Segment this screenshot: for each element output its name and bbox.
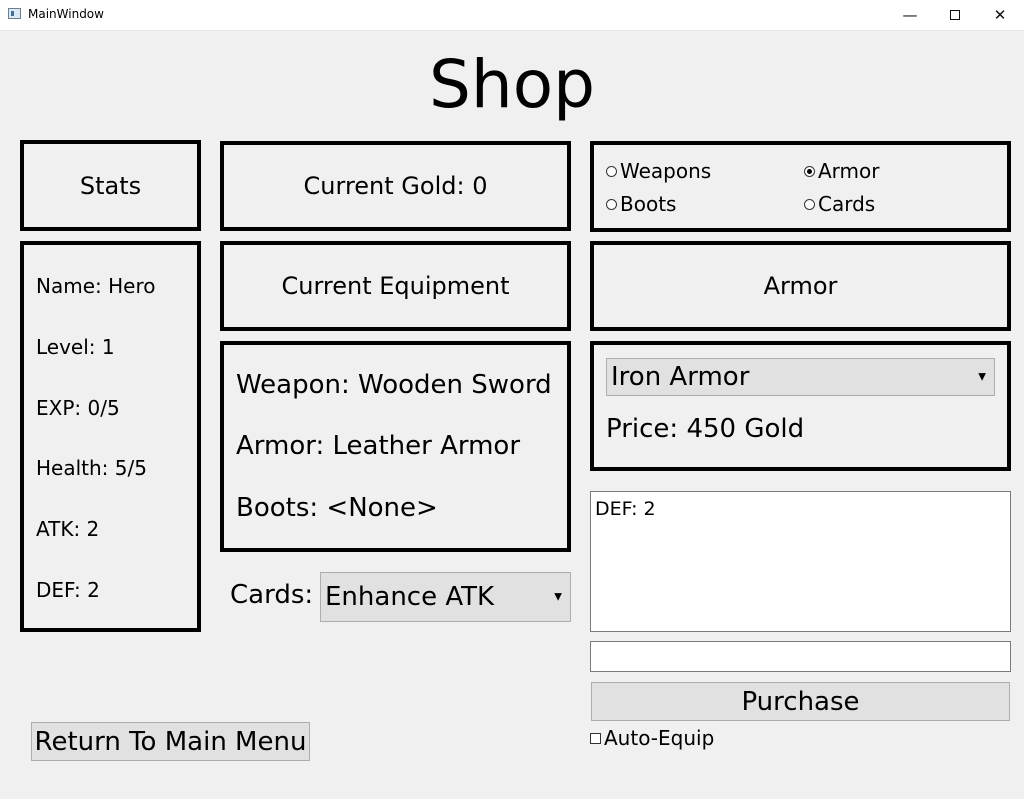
cards-selected: Enhance ATK bbox=[325, 582, 495, 612]
auto-equip-label: Auto-Equip bbox=[604, 726, 715, 750]
purchase-button[interactable]: Purchase bbox=[591, 682, 1010, 721]
chevron-down-icon: ▼ bbox=[554, 591, 562, 603]
equipment-header-panel: Current Equipment bbox=[220, 241, 571, 331]
radio-indicator[interactable] bbox=[606, 165, 617, 177]
section-title: Armor bbox=[763, 272, 838, 300]
maximize-button[interactable] bbox=[932, 0, 978, 30]
purchase-label: Purchase bbox=[741, 686, 860, 717]
equipment-boots: Boots: <None> bbox=[236, 493, 438, 523]
item-selected: Iron Armor bbox=[611, 362, 750, 392]
equipment-weapon: Weapon: Wooden Sword bbox=[236, 370, 552, 400]
item-dropdown[interactable]: Iron Armor ▼ bbox=[606, 358, 995, 396]
page-title: Shop bbox=[429, 46, 595, 123]
stats-header-panel: Stats bbox=[20, 140, 201, 231]
radio-armor-label: Armor bbox=[818, 159, 880, 183]
auto-equip-checkbox[interactable]: Auto-Equip bbox=[590, 726, 714, 750]
radio-boots-label: Boots bbox=[620, 192, 677, 216]
gold-panel: Current Gold: 0 bbox=[220, 141, 571, 231]
stat-health: Health: 5/5 bbox=[36, 456, 147, 480]
stat-atk: ATK: 2 bbox=[36, 517, 100, 541]
radio-indicator[interactable] bbox=[804, 165, 815, 177]
window-titlebar: MainWindow — ✕ bbox=[0, 0, 1024, 31]
radio-indicator[interactable] bbox=[804, 198, 815, 210]
stat-name: Name: Hero bbox=[36, 274, 156, 298]
radio-armor[interactable]: Armor bbox=[804, 159, 880, 183]
radio-indicator[interactable] bbox=[606, 198, 617, 210]
item-details: DEF: 2 bbox=[595, 498, 656, 520]
equipment-armor: Armor: Leather Armor bbox=[236, 431, 521, 461]
close-button[interactable]: ✕ bbox=[977, 0, 1023, 30]
current-gold: Current Gold: 0 bbox=[303, 172, 488, 200]
maximize-icon bbox=[950, 10, 960, 20]
window-title: MainWindow bbox=[28, 7, 104, 21]
return-main-menu-button[interactable]: Return To Main Menu bbox=[31, 722, 310, 761]
chevron-down-icon: ▼ bbox=[978, 371, 986, 383]
minimize-icon: — bbox=[902, 6, 918, 24]
app-icon bbox=[8, 8, 21, 19]
stat-exp: EXP: 0/5 bbox=[36, 396, 120, 420]
shop-input[interactable] bbox=[590, 641, 1011, 672]
checkbox-indicator[interactable] bbox=[590, 732, 601, 744]
radio-weapons-label: Weapons bbox=[620, 159, 712, 183]
radio-cards-label: Cards bbox=[818, 192, 876, 216]
radio-cards[interactable]: Cards bbox=[804, 192, 875, 216]
section-title-panel: Armor bbox=[590, 241, 1011, 331]
stat-def: DEF: 2 bbox=[36, 578, 100, 602]
item-details-box[interactable]: DEF: 2 bbox=[590, 491, 1011, 632]
stats-header: Stats bbox=[79, 171, 142, 200]
cards-dropdown[interactable]: Enhance ATK ▼ bbox=[320, 572, 571, 622]
cards-label: Cards: bbox=[230, 580, 314, 610]
close-icon: ✕ bbox=[993, 6, 1007, 24]
radio-boots[interactable]: Boots bbox=[606, 192, 676, 216]
minimize-button[interactable]: — bbox=[887, 0, 933, 30]
equipment-header: Current Equipment bbox=[281, 272, 510, 300]
return-label: Return To Main Menu bbox=[34, 726, 307, 757]
stats-panel bbox=[20, 241, 201, 632]
item-price: Price: 450 Gold bbox=[606, 414, 805, 444]
stat-level: Level: 1 bbox=[36, 335, 115, 359]
category-panel bbox=[590, 141, 1011, 232]
radio-weapons[interactable]: Weapons bbox=[606, 159, 711, 183]
